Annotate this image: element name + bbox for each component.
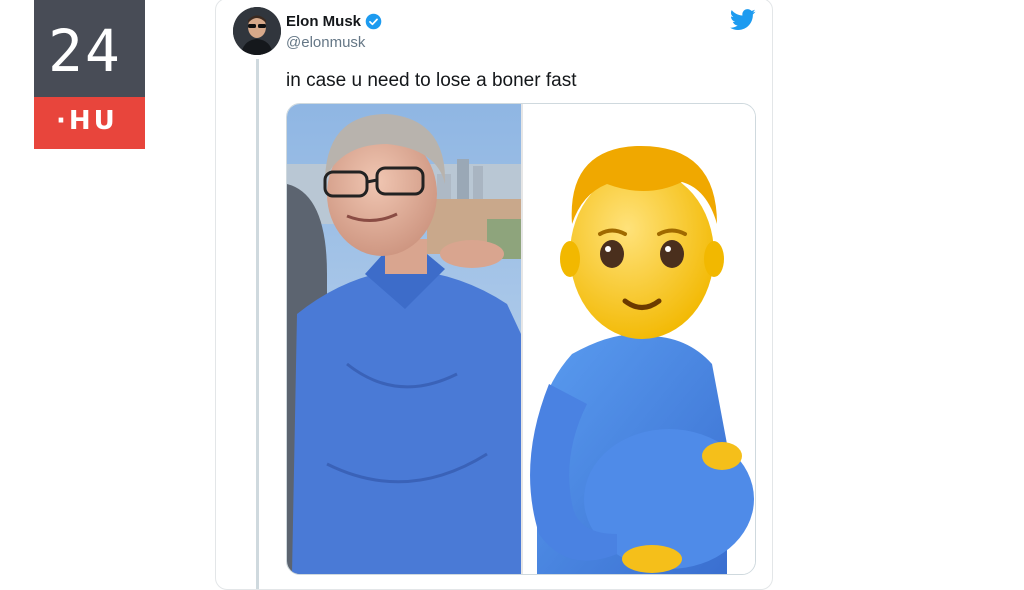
tweet-text: in case u need to lose a boner fast xyxy=(286,70,577,91)
avatar[interactable] xyxy=(233,7,281,55)
thread-line xyxy=(256,59,259,589)
author-handle[interactable]: @elonmusk xyxy=(286,34,365,51)
pregnant-man-emoji xyxy=(523,104,755,574)
author-row: Elon Musk xyxy=(286,13,382,30)
verified-badge-icon xyxy=(365,13,382,30)
logo-top-block: 24 xyxy=(34,0,145,97)
site-logo[interactable]: 24 ·HU xyxy=(34,0,145,149)
tweet-media[interactable] xyxy=(286,103,756,575)
logo-number: 24 xyxy=(48,17,122,85)
tweet-card[interactable]: Elon Musk @elonmusk in case u need to lo… xyxy=(215,0,773,590)
logo-bottom-block: ·HU xyxy=(34,97,145,149)
twitter-bird-icon[interactable] xyxy=(730,9,756,31)
author-name[interactable]: Elon Musk xyxy=(286,13,361,30)
photo-panel xyxy=(287,104,521,574)
logo-suffix: ·HU xyxy=(56,106,118,136)
